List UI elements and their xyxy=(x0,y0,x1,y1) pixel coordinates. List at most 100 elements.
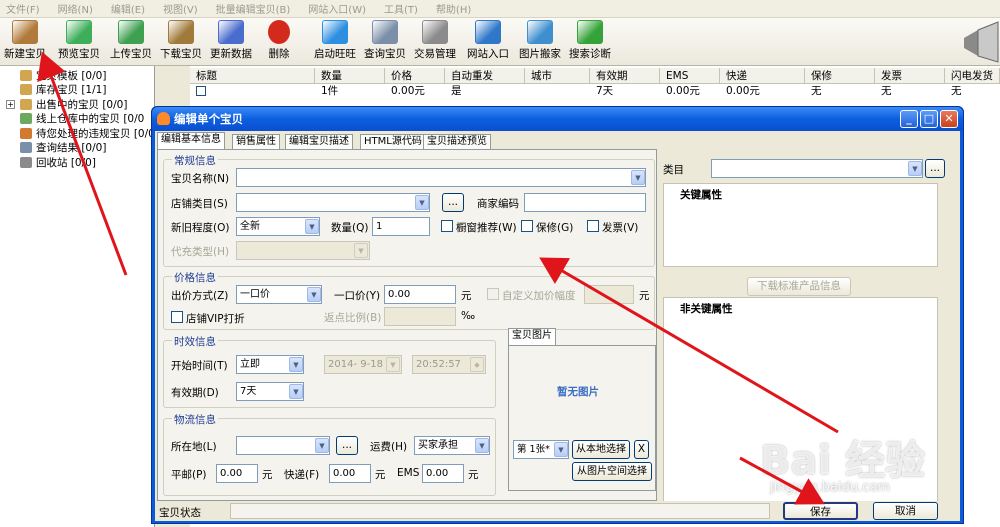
start-time-label: 开始时间(T) xyxy=(171,360,228,372)
shop-category-browse-button[interactable]: ... xyxy=(442,193,464,212)
download-box-icon xyxy=(168,20,194,44)
chevron-down-icon[interactable]: ▼ xyxy=(415,195,429,210)
column-header[interactable]: 城市 xyxy=(525,68,590,83)
chevron-down-icon[interactable]: ▼ xyxy=(475,438,489,453)
period-label: 有效期(D) xyxy=(171,387,219,399)
custom-markup-checkbox xyxy=(487,288,499,300)
app-icon xyxy=(157,112,170,125)
megaphone-icon[interactable] xyxy=(958,20,1000,64)
category-select[interactable] xyxy=(711,159,923,178)
toolbar-button[interactable]: 启动旺旺 xyxy=(314,20,356,61)
column-header[interactable]: 数量 xyxy=(315,68,385,83)
invoice-checkbox[interactable] xyxy=(587,220,599,232)
chevron-down-icon[interactable]: ▼ xyxy=(289,357,303,372)
column-header[interactable]: 发票 xyxy=(875,68,945,83)
quantity-input[interactable]: 1 xyxy=(372,217,430,236)
shop-category-select[interactable] xyxy=(236,193,430,212)
folder-icon xyxy=(20,69,32,81)
cancel-button[interactable]: 取消 xyxy=(873,502,938,520)
toolbar-button[interactable]: 删除 xyxy=(268,20,290,61)
menu-item[interactable]: 编辑(E) xyxy=(111,1,145,16)
toolbar-button[interactable]: 新建宝贝 xyxy=(4,20,46,61)
tree-item-label: 回收站 [0/0] xyxy=(36,156,96,169)
toolbar-button[interactable]: 预览宝贝 xyxy=(58,20,100,61)
toolbar-button[interactable]: 搜索诊断 xyxy=(569,20,611,61)
vip-discount-checkbox[interactable] xyxy=(171,311,183,323)
grid-header: 标题 数量 价格 自动重发 城市 有效期 EMS 快递 保修 发票 闪电发货 xyxy=(190,68,1000,84)
toolbar-button-label: 更新数据 xyxy=(210,48,252,60)
minimize-button[interactable]: _ xyxy=(900,110,918,128)
tree-item[interactable]: 宝贝模板 [0/0] xyxy=(20,68,106,82)
column-header[interactable]: EMS xyxy=(660,68,720,83)
toolbar-button[interactable]: 查询宝贝 xyxy=(364,20,406,61)
menu-item[interactable]: 文件(F) xyxy=(6,1,40,16)
category-browse-button[interactable]: ... xyxy=(925,159,945,178)
column-header[interactable]: 快递 xyxy=(720,68,805,83)
tree-item[interactable]: 回收站 [0/0] xyxy=(20,155,96,169)
chevron-down-icon[interactable]: ▼ xyxy=(315,438,329,453)
row-checkbox[interactable] xyxy=(196,86,206,96)
globe-icon xyxy=(475,20,501,44)
chevron-down-icon[interactable]: ▼ xyxy=(305,219,319,234)
column-header[interactable]: 有效期 xyxy=(590,68,660,83)
rebate-label: 返点比例(B) xyxy=(324,312,382,324)
post-fee-input[interactable]: 0.00 xyxy=(216,464,258,483)
toolbar-button-label: 新建宝贝 xyxy=(4,48,46,60)
showcase-checkbox[interactable] xyxy=(441,220,453,232)
toolbar-button[interactable]: 网站入口 xyxy=(467,20,509,61)
dialog-tab[interactable]: 编辑宝贝描述 xyxy=(285,134,353,149)
close-button[interactable]: ✕ xyxy=(940,110,958,128)
tree-item[interactable]: + 出售中的宝贝 [0/0] xyxy=(6,97,127,111)
merchant-code-input[interactable] xyxy=(524,193,646,212)
watermark-url: jingyan.baidu.com xyxy=(770,480,890,495)
express-fee-input[interactable]: 0.00 xyxy=(329,464,371,483)
expand-icon[interactable]: + xyxy=(6,99,15,109)
menu-item[interactable]: 工具(T) xyxy=(384,1,418,16)
custom-markup-input xyxy=(584,285,634,304)
tab-picture[interactable]: 宝贝图片 xyxy=(508,328,556,346)
picture-panel: 暂无图片 第 1张* ▼ 从本地选择 X 从图片空间选择 xyxy=(508,345,656,491)
toolbar-button[interactable]: 交易管理 xyxy=(414,20,456,61)
fixed-price-input[interactable]: 0.00 xyxy=(384,285,456,304)
toolbar-button[interactable]: 下载宝贝 xyxy=(160,20,202,61)
save-button[interactable]: 保存 xyxy=(783,502,858,520)
chevron-down-icon[interactable]: ▼ xyxy=(554,442,568,457)
warning-folder-icon xyxy=(20,127,32,139)
warranty-checkbox[interactable] xyxy=(521,220,533,232)
tree-item[interactable]: 线上仓库中的宝贝 [0/0 xyxy=(20,112,144,126)
dialog-tab[interactable]: 宝贝描述预览 xyxy=(423,134,491,149)
dialog-tab[interactable]: 销售属性 xyxy=(232,134,280,149)
tree-item[interactable]: 库存宝贝 [1/1] xyxy=(20,83,106,97)
local-picture-button[interactable]: 从本地选择 xyxy=(572,440,630,459)
table-row[interactable]: 1件 0.00元 是 7天 0.00元 0.00元 无 无 无 xyxy=(190,84,1000,98)
chevron-down-icon[interactable]: ▼ xyxy=(307,287,321,302)
column-header[interactable]: 闪电发货 xyxy=(945,68,1000,83)
tree-item[interactable]: 待您处理的违规宝贝 [0/0 xyxy=(20,126,155,140)
menu-item[interactable]: 网络(N) xyxy=(58,1,93,16)
menu-item[interactable]: 批量编辑宝贝(B) xyxy=(216,1,291,16)
column-header[interactable]: 保修 xyxy=(805,68,875,83)
item-name-input[interactable] xyxy=(236,168,646,187)
tree-item[interactable]: 查询结果 [0/0] xyxy=(20,141,106,155)
chevron-down-icon[interactable]: ▼ xyxy=(631,170,645,185)
ems-fee-input[interactable]: 0.00 xyxy=(422,464,464,483)
toolbar-button[interactable]: 上传宝贝 xyxy=(110,20,152,61)
chevron-down-icon[interactable]: ▼ xyxy=(908,161,922,176)
menu-item[interactable]: 视图(V) xyxy=(163,1,198,16)
toolbar-button[interactable]: 图片搬家 xyxy=(519,20,561,61)
location-browse-button[interactable]: ... xyxy=(336,436,358,455)
column-header[interactable]: 标题 xyxy=(190,68,315,83)
menu-item[interactable]: 帮助(H) xyxy=(436,1,471,16)
remove-picture-button[interactable]: X xyxy=(634,440,649,459)
column-header[interactable]: 价格 xyxy=(385,68,445,83)
dialog-tab[interactable]: HTML源代码 xyxy=(360,134,426,149)
maximize-button[interactable]: □ xyxy=(920,110,938,128)
column-header[interactable]: 自动重发 xyxy=(445,68,525,83)
picture-space-button[interactable]: 从图片空间选择 xyxy=(572,462,652,481)
toolbar-button-label: 上传宝贝 xyxy=(110,48,152,60)
toolbar-button[interactable]: 更新数据 xyxy=(210,20,252,61)
menu-item[interactable]: 网站入口(W) xyxy=(308,1,366,16)
chevron-down-icon[interactable]: ▼ xyxy=(289,384,303,399)
key-attributes-pane[interactable]: 关键属性 xyxy=(663,183,938,267)
dialog-tab[interactable]: 编辑基本信息 xyxy=(157,132,225,150)
